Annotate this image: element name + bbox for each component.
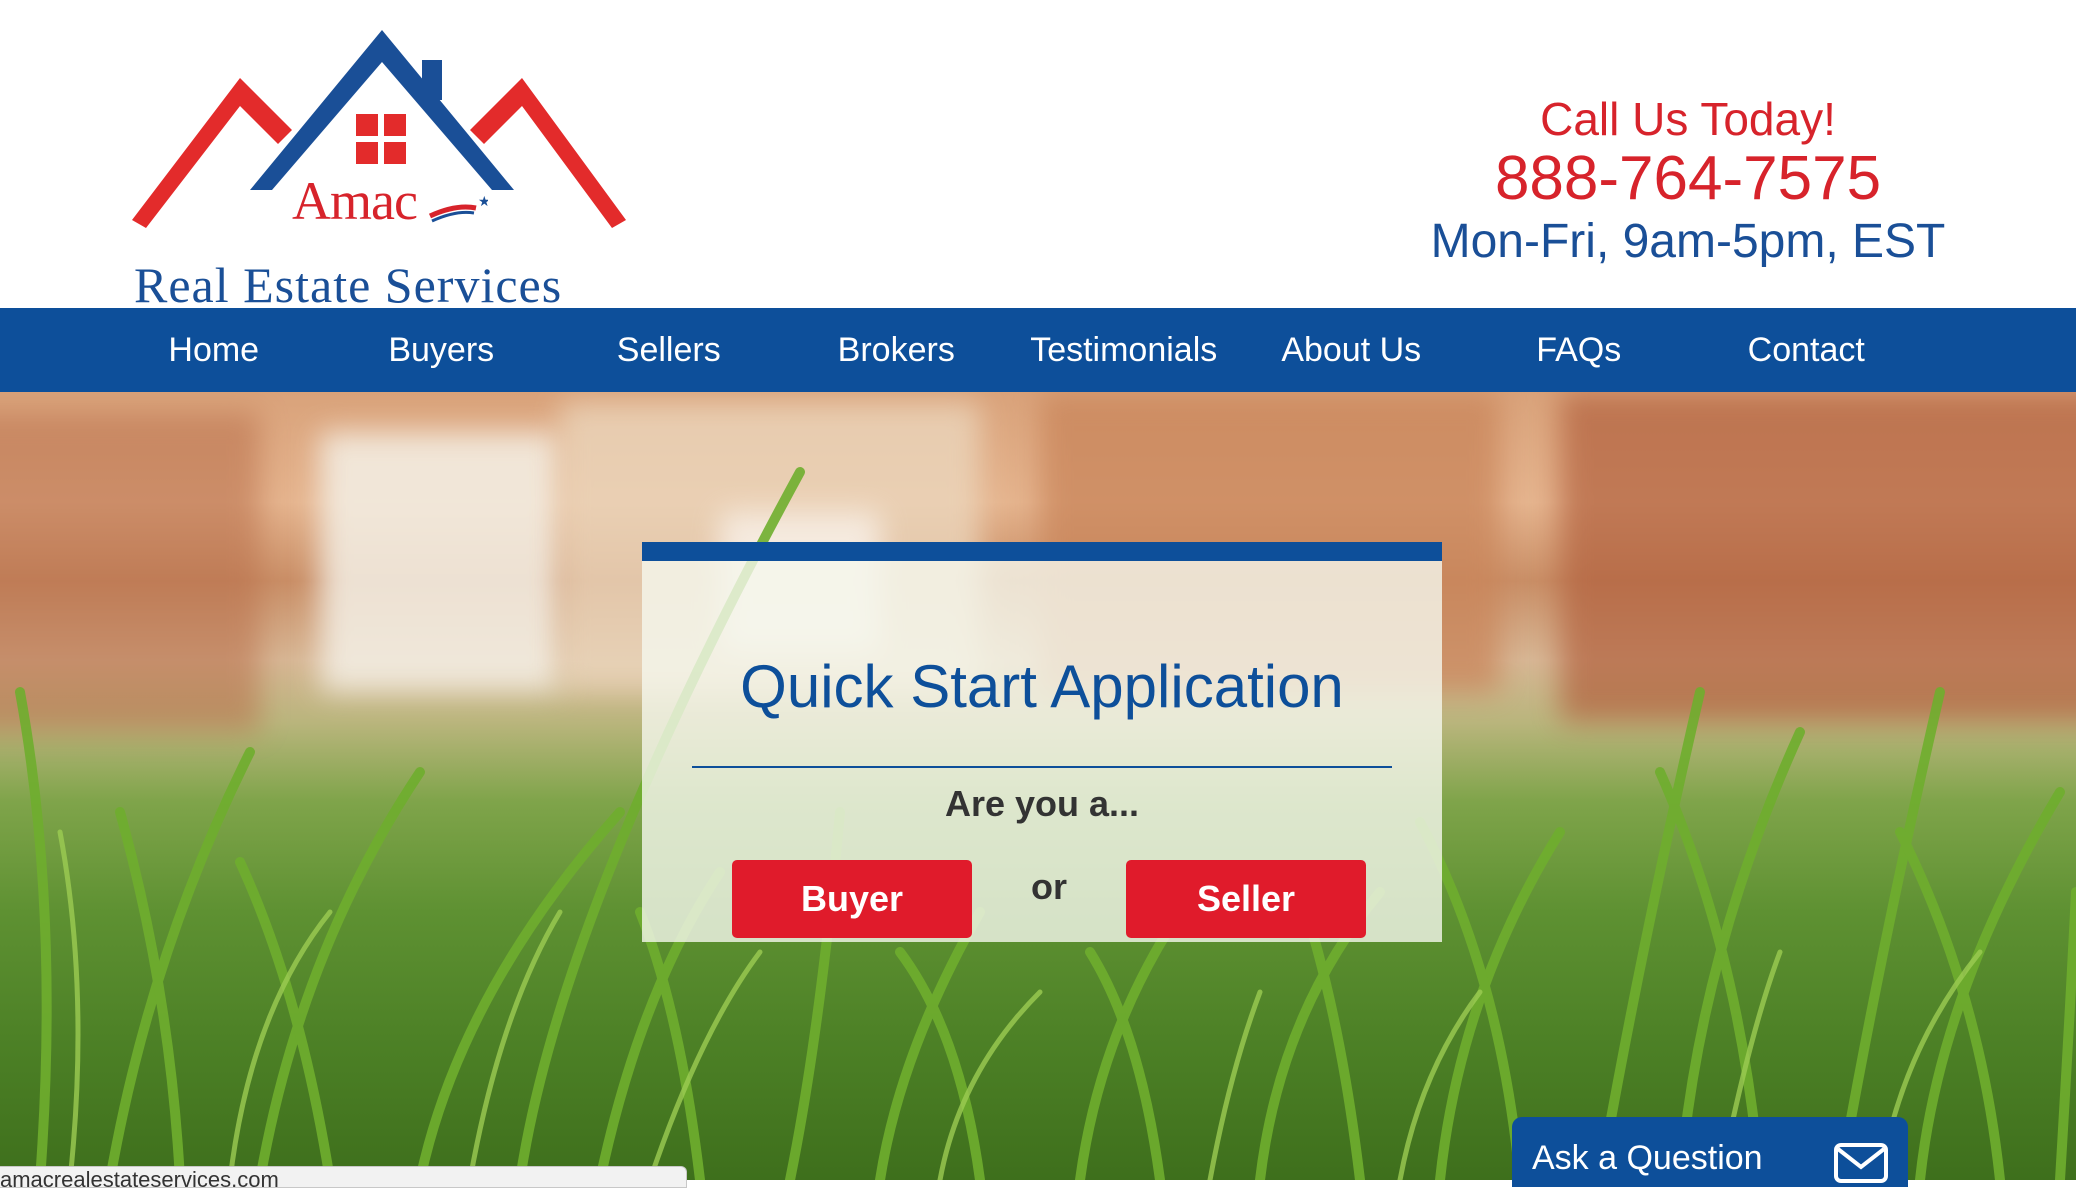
ask-question-tab[interactable]: Ask a Question xyxy=(1512,1117,1908,1187)
main-nav: Home Buyers Sellers Brokers Testimonials… xyxy=(0,308,2076,392)
center-blue-roof xyxy=(250,30,514,190)
contact-block: Call Us Today! 888-764-7575 Mon-Fri, 9am… xyxy=(1380,96,1996,266)
or-label: or xyxy=(1031,866,1067,907)
quick-start-divider xyxy=(692,766,1392,768)
nav-item-home[interactable]: Home xyxy=(100,308,328,392)
browser-status-bar: amacrealestateservices.com xyxy=(0,1166,687,1188)
seller-button[interactable]: Seller xyxy=(1126,860,1366,938)
phone-number[interactable]: 888-764-7575 xyxy=(1380,148,1996,210)
logo-brand-name: Amac xyxy=(292,171,418,231)
nav-item-sellers[interactable]: Sellers xyxy=(555,308,783,392)
nav-item-contact[interactable]: Contact xyxy=(1693,308,1921,392)
site-logo[interactable]: Amac ★ Real Estate Services xyxy=(132,22,632,310)
logo-tagline: Real Estate Services xyxy=(134,257,563,313)
right-red-roof xyxy=(470,78,626,228)
quick-start-question: Are you a... xyxy=(944,783,1140,824)
ask-question-label: Ask a Question xyxy=(1532,1139,1763,1177)
chimney xyxy=(422,60,442,100)
site-header: Amac ★ Real Estate Services Call Us Toda… xyxy=(0,0,2076,310)
buyer-button[interactable]: Buyer xyxy=(732,860,972,938)
left-red-roof xyxy=(132,78,292,228)
status-url: amacrealestateservices.com xyxy=(0,1169,279,1188)
nav-item-testimonials[interactable]: Testimonials xyxy=(1010,308,1238,392)
nav-item-brokers[interactable]: Brokers xyxy=(783,308,1011,392)
flag-swoosh-icon: ★ xyxy=(428,194,488,223)
quick-start-title: Quick Start Application xyxy=(740,653,1344,720)
quick-start-panel: Quick Start Application Are you a... Buy… xyxy=(642,542,1442,942)
envelope-icon xyxy=(1834,1143,1888,1183)
nav-item-about-us[interactable]: About Us xyxy=(1238,308,1466,392)
call-us-label: Call Us Today! xyxy=(1540,93,1836,145)
house-window xyxy=(356,114,406,164)
office-hours: Mon-Fri, 9am-5pm, EST xyxy=(1430,215,1946,268)
nav-item-buyers[interactable]: Buyers xyxy=(328,308,556,392)
nav-item-faqs[interactable]: FAQs xyxy=(1465,308,1693,392)
svg-text:★: ★ xyxy=(478,194,488,210)
